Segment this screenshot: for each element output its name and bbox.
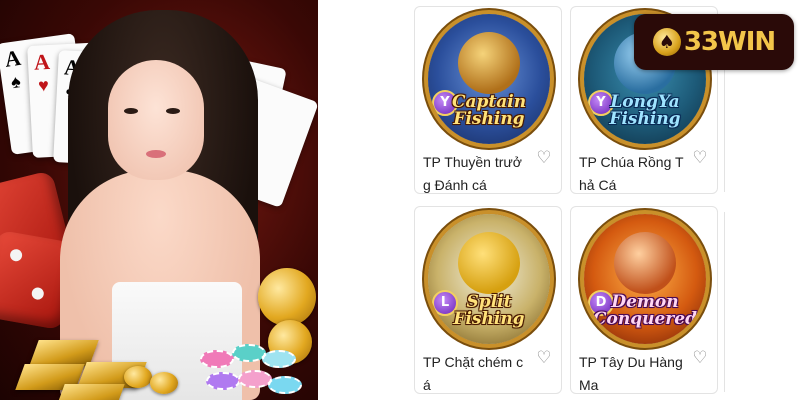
game-logo-line: Fishing xyxy=(609,109,681,129)
game-logo: LongYa Fishing xyxy=(584,94,706,128)
game-title-line: g Đánh cá xyxy=(423,177,487,193)
game-card-captain-fishing[interactable]: Y Captain Fishing TP Thuyền trưở g Đánh … xyxy=(414,6,562,194)
game-logo: Captain Fishing xyxy=(428,94,550,128)
casino-chip xyxy=(232,344,266,362)
game-title-line: hả Cá xyxy=(579,177,617,193)
brand-logo[interactable]: ♠ 33WIN xyxy=(634,14,794,70)
game-thumbnail[interactable]: L Split Fishing xyxy=(428,214,550,344)
gold-coin xyxy=(258,268,316,326)
game-logo-line: Fishing xyxy=(453,309,525,329)
game-title-line: TP Chặt chém c xyxy=(423,354,524,370)
heart-outline-icon[interactable]: ♡ xyxy=(691,149,709,167)
game-title-line: TP Thuyền trưở xyxy=(423,154,522,170)
game-artwork xyxy=(458,32,520,94)
heart-outline-icon[interactable]: ♡ xyxy=(535,349,553,367)
game-title-line: TP Chúa Rồng T xyxy=(579,154,684,170)
heart-outline-icon[interactable]: ♡ xyxy=(691,349,709,367)
game-card-demon-conquered[interactable]: D Demon Conquered TP Tây Du Hàng Ma ♡ xyxy=(570,206,718,394)
next-card-edge xyxy=(724,60,725,192)
gold-coin xyxy=(150,372,178,394)
game-title[interactable]: TP Thuyền trưở g Đánh cá xyxy=(423,151,535,197)
game-logo: Demon Conquered xyxy=(584,294,706,328)
spade-icon: ♠ xyxy=(652,28,681,56)
game-logo-line: Conquered xyxy=(593,309,697,329)
gold-bar xyxy=(55,384,125,400)
gold-coin xyxy=(124,366,152,388)
game-thumbnail[interactable]: Y Captain Fishing xyxy=(428,14,550,144)
casino-chip xyxy=(200,350,234,368)
game-logo-line: Fishing xyxy=(453,109,525,129)
casino-chip xyxy=(268,376,302,394)
game-card-split-fishing[interactable]: L Split Fishing TP Chặt chém c á ♡ xyxy=(414,206,562,394)
model-eye xyxy=(166,108,180,114)
game-artwork xyxy=(458,232,520,294)
game-title-line: á xyxy=(423,377,431,393)
model-eye xyxy=(124,108,138,114)
casino-chip xyxy=(238,370,272,388)
card-rank: A xyxy=(3,44,23,72)
game-title-line: Ma xyxy=(579,377,599,393)
model-face xyxy=(108,60,204,180)
promo-banner: A♠ A♥ A♣ xyxy=(0,0,318,400)
game-title-line: TP Tây Du Hàng xyxy=(579,354,683,370)
model-lips xyxy=(146,150,166,158)
game-title[interactable]: TP Chúa Rồng T hả Cá xyxy=(579,151,691,197)
casino-chip xyxy=(262,350,296,368)
game-thumbnail[interactable]: D Demon Conquered xyxy=(584,214,706,344)
game-artwork xyxy=(614,232,676,294)
heart-outline-icon[interactable]: ♡ xyxy=(535,149,553,167)
game-title[interactable]: TP Tây Du Hàng Ma xyxy=(579,351,691,397)
next-card-edge xyxy=(724,212,725,392)
casino-chip xyxy=(206,372,240,390)
brand-name: 33WIN xyxy=(683,27,776,57)
card-rank: A xyxy=(33,48,51,75)
game-title[interactable]: TP Chặt chém c á xyxy=(423,351,535,397)
game-logo: Split Fishing xyxy=(428,294,550,328)
